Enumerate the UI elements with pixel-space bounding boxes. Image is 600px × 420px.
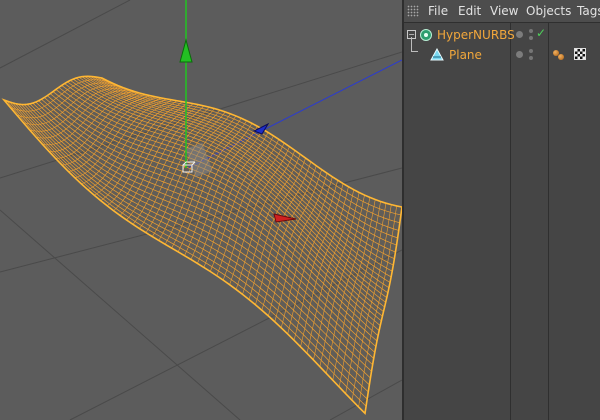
viewport-scene[interactable] bbox=[0, 0, 402, 420]
column-separator bbox=[548, 23, 549, 420]
editor-visibility-dot[interactable] bbox=[516, 31, 523, 38]
plane-wireframe-mesh[interactable] bbox=[1, 75, 402, 416]
menu-file[interactable]: File bbox=[428, 4, 448, 18]
panel-grip-icon[interactable] bbox=[407, 5, 419, 17]
menu-objects[interactable]: Objects bbox=[526, 4, 571, 18]
enabled-check-icon[interactable]: ✓ bbox=[536, 26, 546, 40]
editor-visibility-dot[interactable] bbox=[516, 51, 523, 58]
object-name-plane[interactable]: Plane bbox=[449, 48, 482, 62]
menu-edit[interactable]: Edit bbox=[458, 4, 481, 18]
menu-tags[interactable]: Tags bbox=[577, 4, 600, 18]
plane-primitive-icon bbox=[430, 48, 444, 61]
editor-viewport[interactable] bbox=[0, 0, 402, 420]
object-manager-panel: File Edit View Objects Tags − HyperNURBS… bbox=[404, 0, 600, 420]
render-visibility-dot-bottom[interactable] bbox=[529, 36, 533, 40]
y-axis-handle[interactable] bbox=[179, 38, 193, 63]
render-visibility-dot-top[interactable] bbox=[529, 49, 533, 53]
hierarchy-line bbox=[411, 37, 418, 52]
object-name-hypernurbs[interactable]: HyperNURBS bbox=[437, 28, 515, 42]
render-visibility-dot-bottom[interactable] bbox=[529, 56, 533, 60]
material-tag-icon-secondary[interactable] bbox=[558, 54, 564, 60]
object-manager-menubar: File Edit View Objects Tags bbox=[404, 0, 600, 23]
object-list[interactable] bbox=[404, 23, 600, 420]
hypernurbs-icon bbox=[420, 29, 432, 41]
object-row-plane[interactable]: Plane bbox=[404, 37, 600, 65]
texture-tag-icon[interactable] bbox=[574, 48, 586, 60]
object-row-hypernurbs[interactable]: − HyperNURBS ✓ bbox=[404, 25, 600, 45]
render-visibility-dot-top[interactable] bbox=[529, 29, 533, 33]
menu-view[interactable]: View bbox=[490, 4, 518, 18]
column-separator bbox=[510, 23, 511, 420]
